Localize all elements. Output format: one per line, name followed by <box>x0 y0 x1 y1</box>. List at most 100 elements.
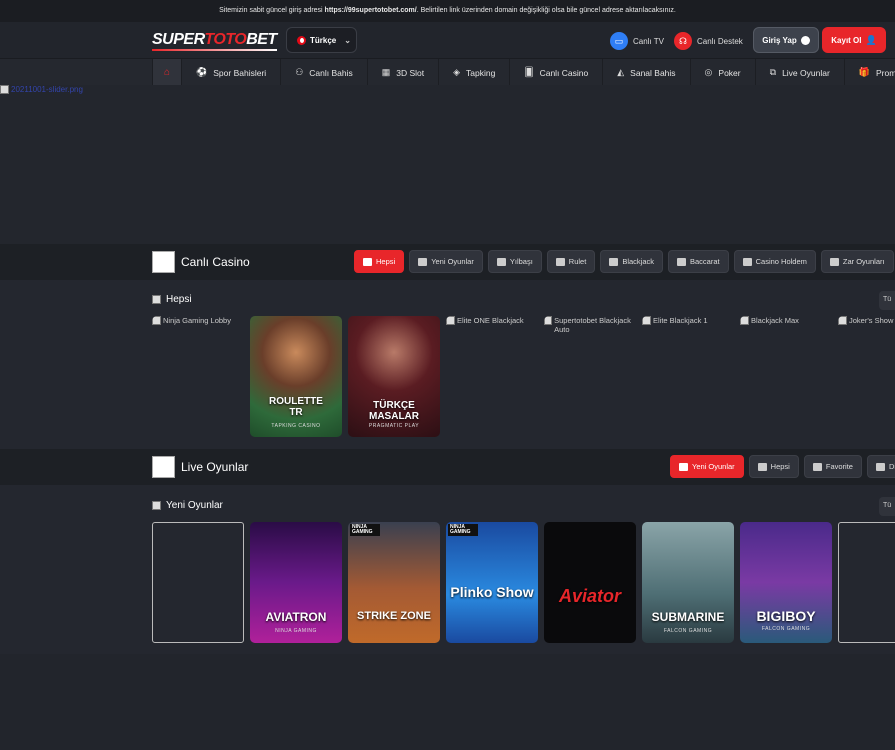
game-card-placeholder[interactable] <box>152 522 244 643</box>
chip-icon <box>363 257 372 266</box>
filter-chip-7[interactable]: Zar Oyunları <box>820 250 894 273</box>
chip-label: Yeni Oyunlar <box>692 462 735 471</box>
game-card[interactable]: AVIATRON NINJA GAMING <box>250 522 342 643</box>
page-footer-area <box>0 654 895 750</box>
chip-label: Zar Oyunları <box>842 257 885 266</box>
filter-chip-0[interactable]: Yeni Oyunlar <box>670 455 744 478</box>
broken-image-icon <box>152 316 161 325</box>
cards-icon: 🂠 <box>524 67 534 77</box>
login-button[interactable]: Giriş Yap <box>753 27 819 53</box>
game-alt-text: Joker's Show <box>849 316 894 325</box>
game-card-placeholder[interactable] <box>838 522 895 643</box>
filter-chip-1[interactable]: Hepsi <box>748 455 799 478</box>
nav-item-label: 3D Slot <box>396 67 425 78</box>
game-alt-text: Ninja Gaming Lobby <box>163 316 231 325</box>
virtual-icon: ◭ <box>617 67 625 77</box>
filter-chip-2[interactable]: Yılbaşı <box>487 250 542 273</box>
filter-chip-0[interactable]: Hepsi <box>354 250 405 273</box>
filter-chip-2[interactable]: Favorite <box>803 455 862 478</box>
canli-tv-link[interactable]: ▭ Canlı TV <box>610 31 664 51</box>
broken-image-icon <box>740 316 749 325</box>
notice-url[interactable]: https://99supertotobet.com/ <box>325 7 417 14</box>
nav-item-2[interactable]: ▦ 3D Slot <box>366 59 438 85</box>
game-card[interactable]: Supertotobet Blackjack Auto <box>544 316 636 437</box>
game-card[interactable]: Ninja Gaming Lobby <box>152 316 244 437</box>
slot-icon: ▦ <box>381 67 391 77</box>
nav-item-5[interactable]: ◭ Sanal Bahis <box>602 59 689 85</box>
site-logo[interactable]: SUPERTOTOBET <box>152 31 277 51</box>
nav-item-1[interactable]: ⚇ Canlı Bahis <box>280 59 367 85</box>
filter-chip-3[interactable]: Diğer <box>866 455 895 478</box>
chip-icon <box>609 257 619 266</box>
casino-subtitle: Hepsi <box>152 294 192 305</box>
canli-casino-header: Canlı Casino Hepsi Yeni Oyunlar Yılbaşı Rul… <box>0 244 895 280</box>
game-card[interactable]: Blackjack Max <box>740 316 832 437</box>
chip-label: Baccarat <box>690 257 720 266</box>
filter-chip-1[interactable]: Yeni Oyunlar <box>409 250 483 273</box>
game-card[interactable]: TÜRKÇE MASALAR PRAGMATIC PLAY <box>348 316 440 437</box>
chip-icon <box>757 462 767 471</box>
live-view-all-button[interactable]: Tü <box>879 497 895 516</box>
game-title: SUBMARINE <box>651 610 725 624</box>
game-alt-text: Blackjack Max <box>751 316 799 325</box>
nav-item-4[interactable]: 🂠 Canlı Casino <box>509 59 602 85</box>
register-button[interactable]: Kayıt Ol 👤 <box>822 27 886 53</box>
nav-item-label: Sanal Bahis <box>630 67 676 78</box>
game-card[interactable]: NINJA GAMING Plinko Show <box>446 522 538 643</box>
tapking-icon: ◈ <box>453 67 461 77</box>
header: SUPERTOTOBET Türkçe ⌄ ▭ Canlı TV ☊ Canlı… <box>0 22 895 58</box>
add-user-icon: 👤 <box>865 34 877 45</box>
game-card[interactable]: Elite ONE Blackjack <box>446 316 538 437</box>
nav-item-label: Promos <box>876 67 895 78</box>
game-card[interactable]: ROULETTE TR TAPKING CASINO <box>250 316 342 437</box>
home-nav-item[interactable]: ⌂ <box>152 59 182 85</box>
casino-filter-chips: Hepsi Yeni Oyunlar Yılbaşı Rulet Blackjack Ba… <box>354 250 895 273</box>
nav-item-label: Canlı Casino <box>539 67 589 78</box>
game-provider: NINJA GAMING <box>275 628 317 634</box>
chip-icon <box>496 257 506 266</box>
chip-label: Favorite <box>825 462 853 471</box>
broken-image-icon <box>838 316 847 325</box>
provider-badge: NINJA GAMING <box>448 524 478 536</box>
game-card[interactable]: Elite Blackjack 1 <box>642 316 734 437</box>
nav-item-3[interactable]: ◈ Tapking <box>438 59 509 85</box>
filter-chip-3[interactable]: Rulet <box>546 250 596 273</box>
game-alt-text: Supertotobet Blackjack Auto <box>554 316 631 334</box>
canli-tv-label: Canlı TV <box>633 36 664 46</box>
notice-suffix: . Belirtilen link üzerinden domain değiş… <box>416 7 676 14</box>
game-card[interactable]: Joker's Show <box>838 316 895 437</box>
hero-banner[interactable]: 20211001-slider.png <box>0 85 895 244</box>
game-provider: PRAGMATIC PLAY <box>368 423 420 429</box>
chip-icon <box>418 257 428 266</box>
game-provider: TAPKING CASINO <box>271 423 321 429</box>
nav-item-6[interactable]: ◎ Poker <box>689 59 755 85</box>
live-subtitle: Yeni Oyunlar <box>152 500 223 511</box>
game-alt-text: Elite Blackjack 1 <box>653 316 708 325</box>
chip-label: Yeni Oyunlar <box>431 257 474 266</box>
live-games-icon: ⧉ <box>769 67 777 77</box>
nav-item-label: Spor Bahisleri <box>213 67 267 78</box>
casino-section-icon <box>152 251 175 273</box>
filter-chip-6[interactable]: Casino Holdem <box>733 250 816 273</box>
broken-banner-image: 20211001-slider.png <box>0 85 83 94</box>
nav-item-7[interactable]: ⧉ Live Oyunlar <box>754 59 844 85</box>
filter-chip-4[interactable]: Blackjack <box>600 250 663 273</box>
nav-item-8[interactable]: 🎁 Promos <box>843 59 895 85</box>
game-card[interactable]: SUBMARINE FALCON GAMING <box>642 522 734 643</box>
notice-bar: Sitemizin sabit güncel giriş adresi http… <box>0 0 895 22</box>
language-selector[interactable]: Türkçe ⌄ <box>286 27 357 53</box>
game-title: Plinko Show <box>450 584 534 600</box>
notice-prefix: Sitemizin sabit güncel giriş adresi <box>219 7 325 14</box>
broken-image-icon <box>642 316 651 325</box>
nav-item-0[interactable]: ⚽ Spor Bahisleri <box>181 59 280 85</box>
game-card[interactable]: NINJA GAMING STRIKE ZONE <box>348 522 440 643</box>
casino-view-all-button[interactable]: Tü <box>879 291 895 310</box>
game-alt-text: Elite ONE Blackjack <box>457 316 524 325</box>
soccer-ball-icon: ⚽ <box>196 67 208 77</box>
chip-icon <box>555 257 565 266</box>
filter-chip-5[interactable]: Baccarat <box>668 250 729 273</box>
canli-destek-link[interactable]: ☊ Canlı Destek <box>674 31 743 51</box>
game-card[interactable]: Aviator <box>544 522 636 643</box>
live-games-row: AVIATRON NINJA GAMING NINJA GAMING STRIKE Z… <box>152 522 895 643</box>
game-card[interactable]: BIGIBOY FALCON GAMING <box>740 522 832 643</box>
